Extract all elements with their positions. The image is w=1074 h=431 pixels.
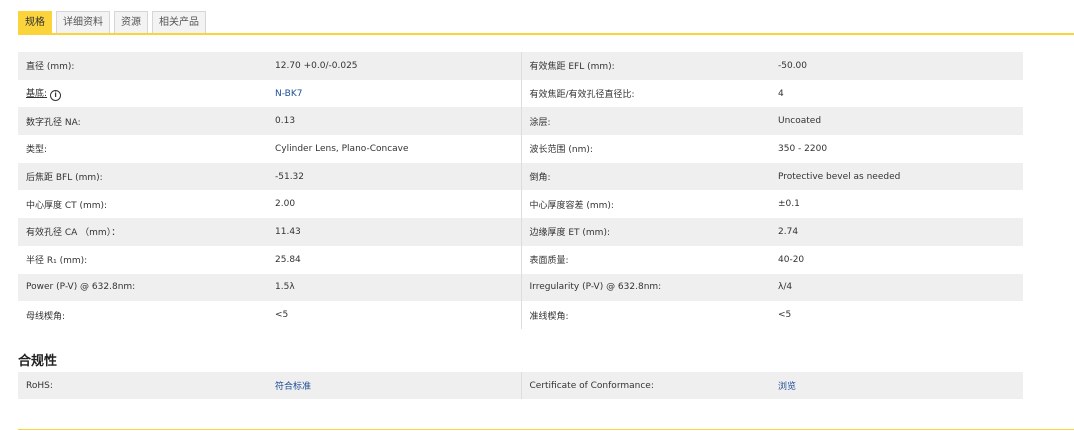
spec-label-substrate[interactable]: 基底: i bbox=[18, 79, 267, 108]
tab-resources[interactable]: 资源 bbox=[114, 11, 148, 33]
spec-value: 25.84 bbox=[267, 245, 521, 274]
tab-bar: 规格 详细资料 资源 相关产品 bbox=[18, 11, 206, 33]
table-row: 中心厚度 CT (mm): 2.00 中心厚度容差 (mm): ±0.1 bbox=[18, 190, 1023, 219]
spec-value: Uncoated bbox=[770, 107, 1023, 136]
spec-label: 有效孔径 CA （mm）： bbox=[18, 218, 267, 246]
spec-value: 40-20 bbox=[770, 245, 1023, 274]
spec-label: 波长范围 (nm): bbox=[520, 135, 770, 163]
spec-label: 涂层: bbox=[520, 107, 770, 136]
table-row: 类型: Cylinder Lens, Plano-Concave 波长范围 (n… bbox=[18, 135, 1023, 163]
spec-value: ±0.1 bbox=[770, 190, 1023, 219]
spec-value: Protective bevel as needed bbox=[770, 162, 1023, 191]
spec-label: 半径 R₁ (mm): bbox=[18, 245, 267, 274]
table-row: 直径 (mm): 12.70 +0.0/-0.025 有效焦距 EFL (mm)… bbox=[18, 52, 1023, 80]
spec-value: 4 bbox=[770, 79, 1023, 108]
spec-value: 1.5λ bbox=[267, 273, 521, 302]
tab-details[interactable]: 详细资料 bbox=[56, 11, 110, 33]
spec-label: 边缘厚度 ET (mm): bbox=[520, 218, 770, 246]
table-row: 有效孔径 CA （mm）： 11.43 边缘厚度 ET (mm): 2.74 bbox=[18, 218, 1023, 246]
spec-value: <5 bbox=[770, 301, 1023, 329]
spec-label: 中心厚度容差 (mm): bbox=[520, 190, 770, 219]
tab-specs[interactable]: 规格 bbox=[18, 11, 52, 33]
table-row: RoHS: 符合标准 Certificate of Conformance: 浏… bbox=[18, 372, 1023, 399]
spec-value: <5 bbox=[267, 301, 521, 329]
compliance-label: RoHS: bbox=[18, 372, 267, 399]
spec-label: 中心厚度 CT (mm): bbox=[18, 190, 267, 219]
compliance-value: 浏览 bbox=[770, 372, 1023, 399]
table-row: 母线楔角: <5 准线楔角: <5 bbox=[18, 301, 1023, 329]
compliance-title: 合规性 bbox=[18, 354, 58, 369]
rohs-link[interactable]: 符合标准 bbox=[275, 382, 311, 392]
spec-label: 母线楔角: bbox=[18, 301, 267, 329]
spec-label: 准线楔角: bbox=[520, 301, 770, 329]
spec-label: 倒角: bbox=[520, 162, 770, 191]
spec-value: 12.70 +0.0/-0.025 bbox=[267, 52, 521, 80]
substrate-label[interactable]: 基底: bbox=[26, 89, 47, 99]
info-icon[interactable]: i bbox=[50, 90, 62, 102]
spec-label: 后焦距 BFL (mm): bbox=[18, 162, 267, 191]
spec-value: -51.32 bbox=[267, 162, 521, 191]
bottom-divider bbox=[18, 429, 1074, 430]
spec-value: 11.43 bbox=[267, 218, 521, 246]
table-row: 后焦距 BFL (mm): -51.32 倒角: Protective beve… bbox=[18, 162, 1023, 191]
spec-value: N-BK7 bbox=[267, 79, 521, 108]
table-row: 基底: i N-BK7 有效焦距/有效孔径直径比: 4 bbox=[18, 79, 1023, 108]
spec-value: 0.13 bbox=[267, 107, 521, 136]
tab-underline bbox=[18, 33, 1074, 35]
spec-label: 类型: bbox=[18, 135, 267, 163]
spec-label: Irregularity (P-V) @ 632.8nm: bbox=[520, 273, 770, 302]
compliance-label: Certificate of Conformance: bbox=[520, 372, 770, 399]
spec-value: 2.74 bbox=[770, 218, 1023, 246]
table-row: Power (P-V) @ 632.8nm: 1.5λ Irregularity… bbox=[18, 273, 1023, 302]
spec-table: 直径 (mm): 12.70 +0.0/-0.025 有效焦距 EFL (mm)… bbox=[18, 52, 1023, 329]
spec-value: -50.00 bbox=[770, 52, 1023, 80]
substrate-link[interactable]: N-BK7 bbox=[275, 89, 302, 99]
compliance-table: RoHS: 符合标准 Certificate of Conformance: 浏… bbox=[18, 372, 1023, 399]
spec-value: 350 - 2200 bbox=[770, 135, 1023, 163]
spec-label: 有效焦距/有效孔径直径比: bbox=[520, 79, 770, 108]
table-row: 半径 R₁ (mm): 25.84 表面质量: 40-20 bbox=[18, 245, 1023, 274]
spec-label: 表面质量: bbox=[520, 245, 770, 274]
spec-label: Power (P-V) @ 632.8nm: bbox=[18, 273, 267, 302]
spec-label: 直径 (mm): bbox=[18, 52, 267, 80]
spec-value: Cylinder Lens, Plano-Concave bbox=[267, 135, 521, 163]
spec-value: λ/4 bbox=[770, 273, 1023, 302]
compliance-value: 符合标准 bbox=[267, 372, 521, 399]
tab-related-products[interactable]: 相关产品 bbox=[152, 11, 206, 33]
table-row: 数字孔径 NA: 0.13 涂层: Uncoated bbox=[18, 107, 1023, 136]
certificate-browse-link[interactable]: 浏览 bbox=[778, 382, 796, 392]
spec-label: 数字孔径 NA: bbox=[18, 107, 267, 136]
spec-label: 有效焦距 EFL (mm): bbox=[520, 52, 770, 80]
spec-value: 2.00 bbox=[267, 190, 521, 219]
